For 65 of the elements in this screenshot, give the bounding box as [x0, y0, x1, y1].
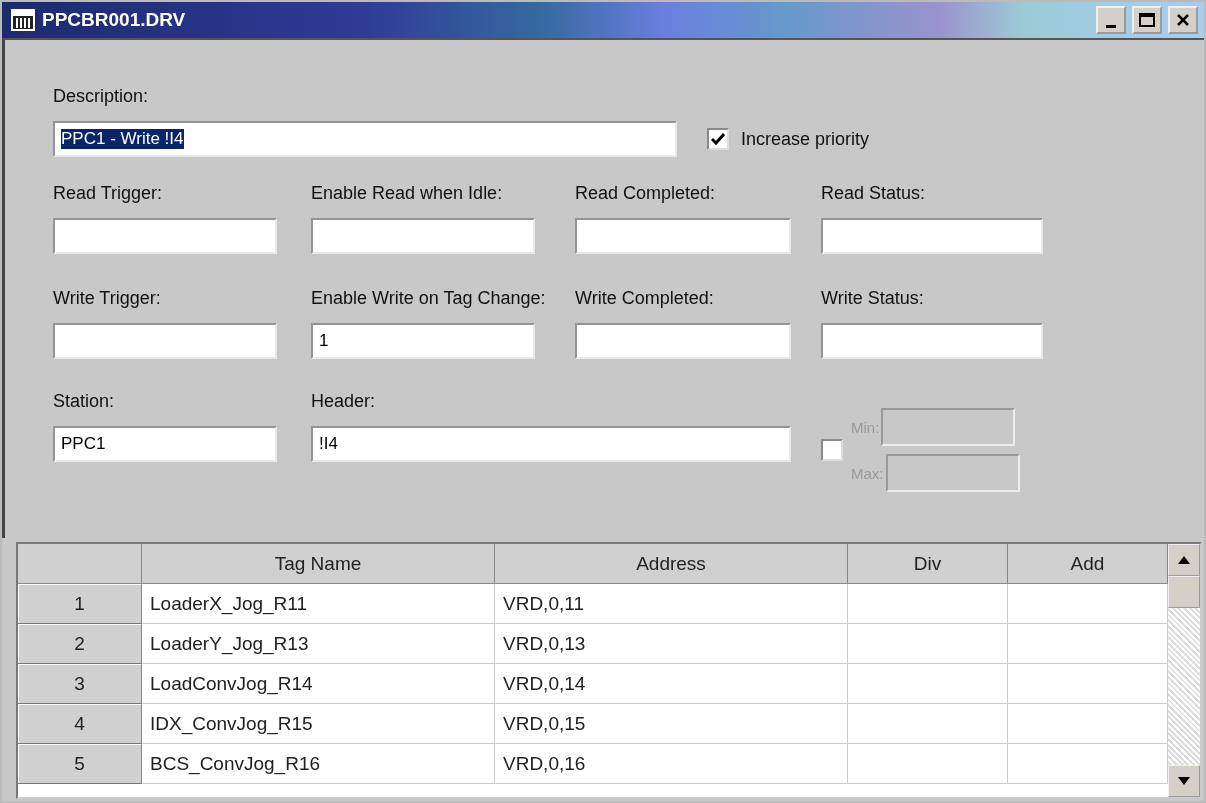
- field-label: Enable Read when Idle:: [311, 183, 504, 204]
- up-arrow-icon: [1178, 556, 1190, 564]
- maximize-button[interactable]: [1132, 6, 1162, 34]
- column-header[interactable]: Tag Name: [142, 544, 495, 584]
- check-mark-icon: [711, 132, 725, 146]
- table-cell[interactable]: LoaderX_Jog_R11: [142, 584, 495, 624]
- table-cell[interactable]: IDX_ConvJog_R15: [142, 704, 495, 744]
- table-cell[interactable]: LoaderY_Jog_R13: [142, 624, 495, 664]
- app-icon: [10, 8, 36, 32]
- input-field[interactable]: [53, 218, 277, 254]
- table-cell[interactable]: VRD,0,16: [495, 744, 848, 784]
- input-field[interactable]: !I4: [311, 426, 791, 462]
- field-label: Enable Write on Tag Change:: [311, 288, 547, 309]
- field-label: Write Trigger:: [53, 288, 162, 309]
- field-label: Read Status:: [821, 183, 927, 204]
- input-field[interactable]: [881, 408, 1016, 446]
- minimize-button[interactable]: [1096, 6, 1126, 34]
- close-button[interactable]: [1168, 6, 1198, 34]
- input-field[interactable]: [885, 454, 1020, 492]
- scroll-down-button[interactable]: [1168, 765, 1200, 797]
- field-label: Read Trigger:: [53, 183, 164, 204]
- column-header[interactable]: Address: [495, 544, 848, 584]
- checkbox-label: Increase priority: [741, 128, 870, 150]
- input-field[interactable]: [821, 323, 1043, 359]
- field-label: Write Completed:: [575, 288, 715, 309]
- scroll-up-button[interactable]: [1168, 544, 1200, 576]
- table-cell[interactable]: [848, 584, 1008, 624]
- field-label: Station:: [53, 391, 116, 412]
- maximize-icon: [1139, 13, 1155, 27]
- field-label: Description:: [53, 86, 150, 107]
- row-header[interactable]: 2: [18, 624, 142, 664]
- minimize-icon: [1106, 24, 1116, 28]
- table-cell[interactable]: BCS_ConvJog_R16: [142, 744, 495, 784]
- input-field[interactable]: PPC1: [53, 426, 277, 462]
- table-cell[interactable]: [848, 624, 1008, 664]
- table-cell[interactable]: VRD,0,11: [495, 584, 848, 624]
- column-header[interactable]: Add: [1008, 544, 1168, 584]
- field-label: Header:: [311, 391, 377, 412]
- row-header[interactable]: 3: [18, 664, 142, 704]
- table-cell[interactable]: VRD,0,15: [495, 704, 848, 744]
- input-field[interactable]: [53, 323, 277, 359]
- checkbox[interactable]: [707, 128, 729, 150]
- field-label: Read Completed:: [575, 183, 717, 204]
- down-arrow-icon: [1178, 777, 1190, 785]
- row-header[interactable]: 5: [18, 744, 142, 784]
- row-header[interactable]: 4: [18, 704, 142, 744]
- column-header[interactable]: Div: [848, 544, 1008, 584]
- input-field[interactable]: 1: [311, 323, 535, 359]
- table-cell[interactable]: LoadConvJog_R14: [142, 664, 495, 704]
- description-field[interactable]: PPC1 - Write !I4: [53, 121, 677, 157]
- table-cell[interactable]: [848, 664, 1008, 704]
- window-title: PPCBR001.DRV: [42, 9, 187, 31]
- table-cell[interactable]: VRD,0,13: [495, 624, 848, 664]
- table-cell[interactable]: [848, 704, 1008, 744]
- input-field[interactable]: [575, 218, 791, 254]
- close-icon: [1176, 13, 1190, 27]
- field-label: Write Status:: [821, 288, 925, 309]
- scrollbar-track[interactable]: [1168, 544, 1200, 797]
- input-field[interactable]: [311, 218, 535, 254]
- input-field[interactable]: [821, 218, 1043, 254]
- table-cell[interactable]: [848, 744, 1008, 784]
- scrollbar-thumb[interactable]: [1168, 576, 1200, 608]
- row-header[interactable]: 1: [18, 584, 142, 624]
- input-field[interactable]: [575, 323, 791, 359]
- table-cell[interactable]: VRD,0,14: [495, 664, 848, 704]
